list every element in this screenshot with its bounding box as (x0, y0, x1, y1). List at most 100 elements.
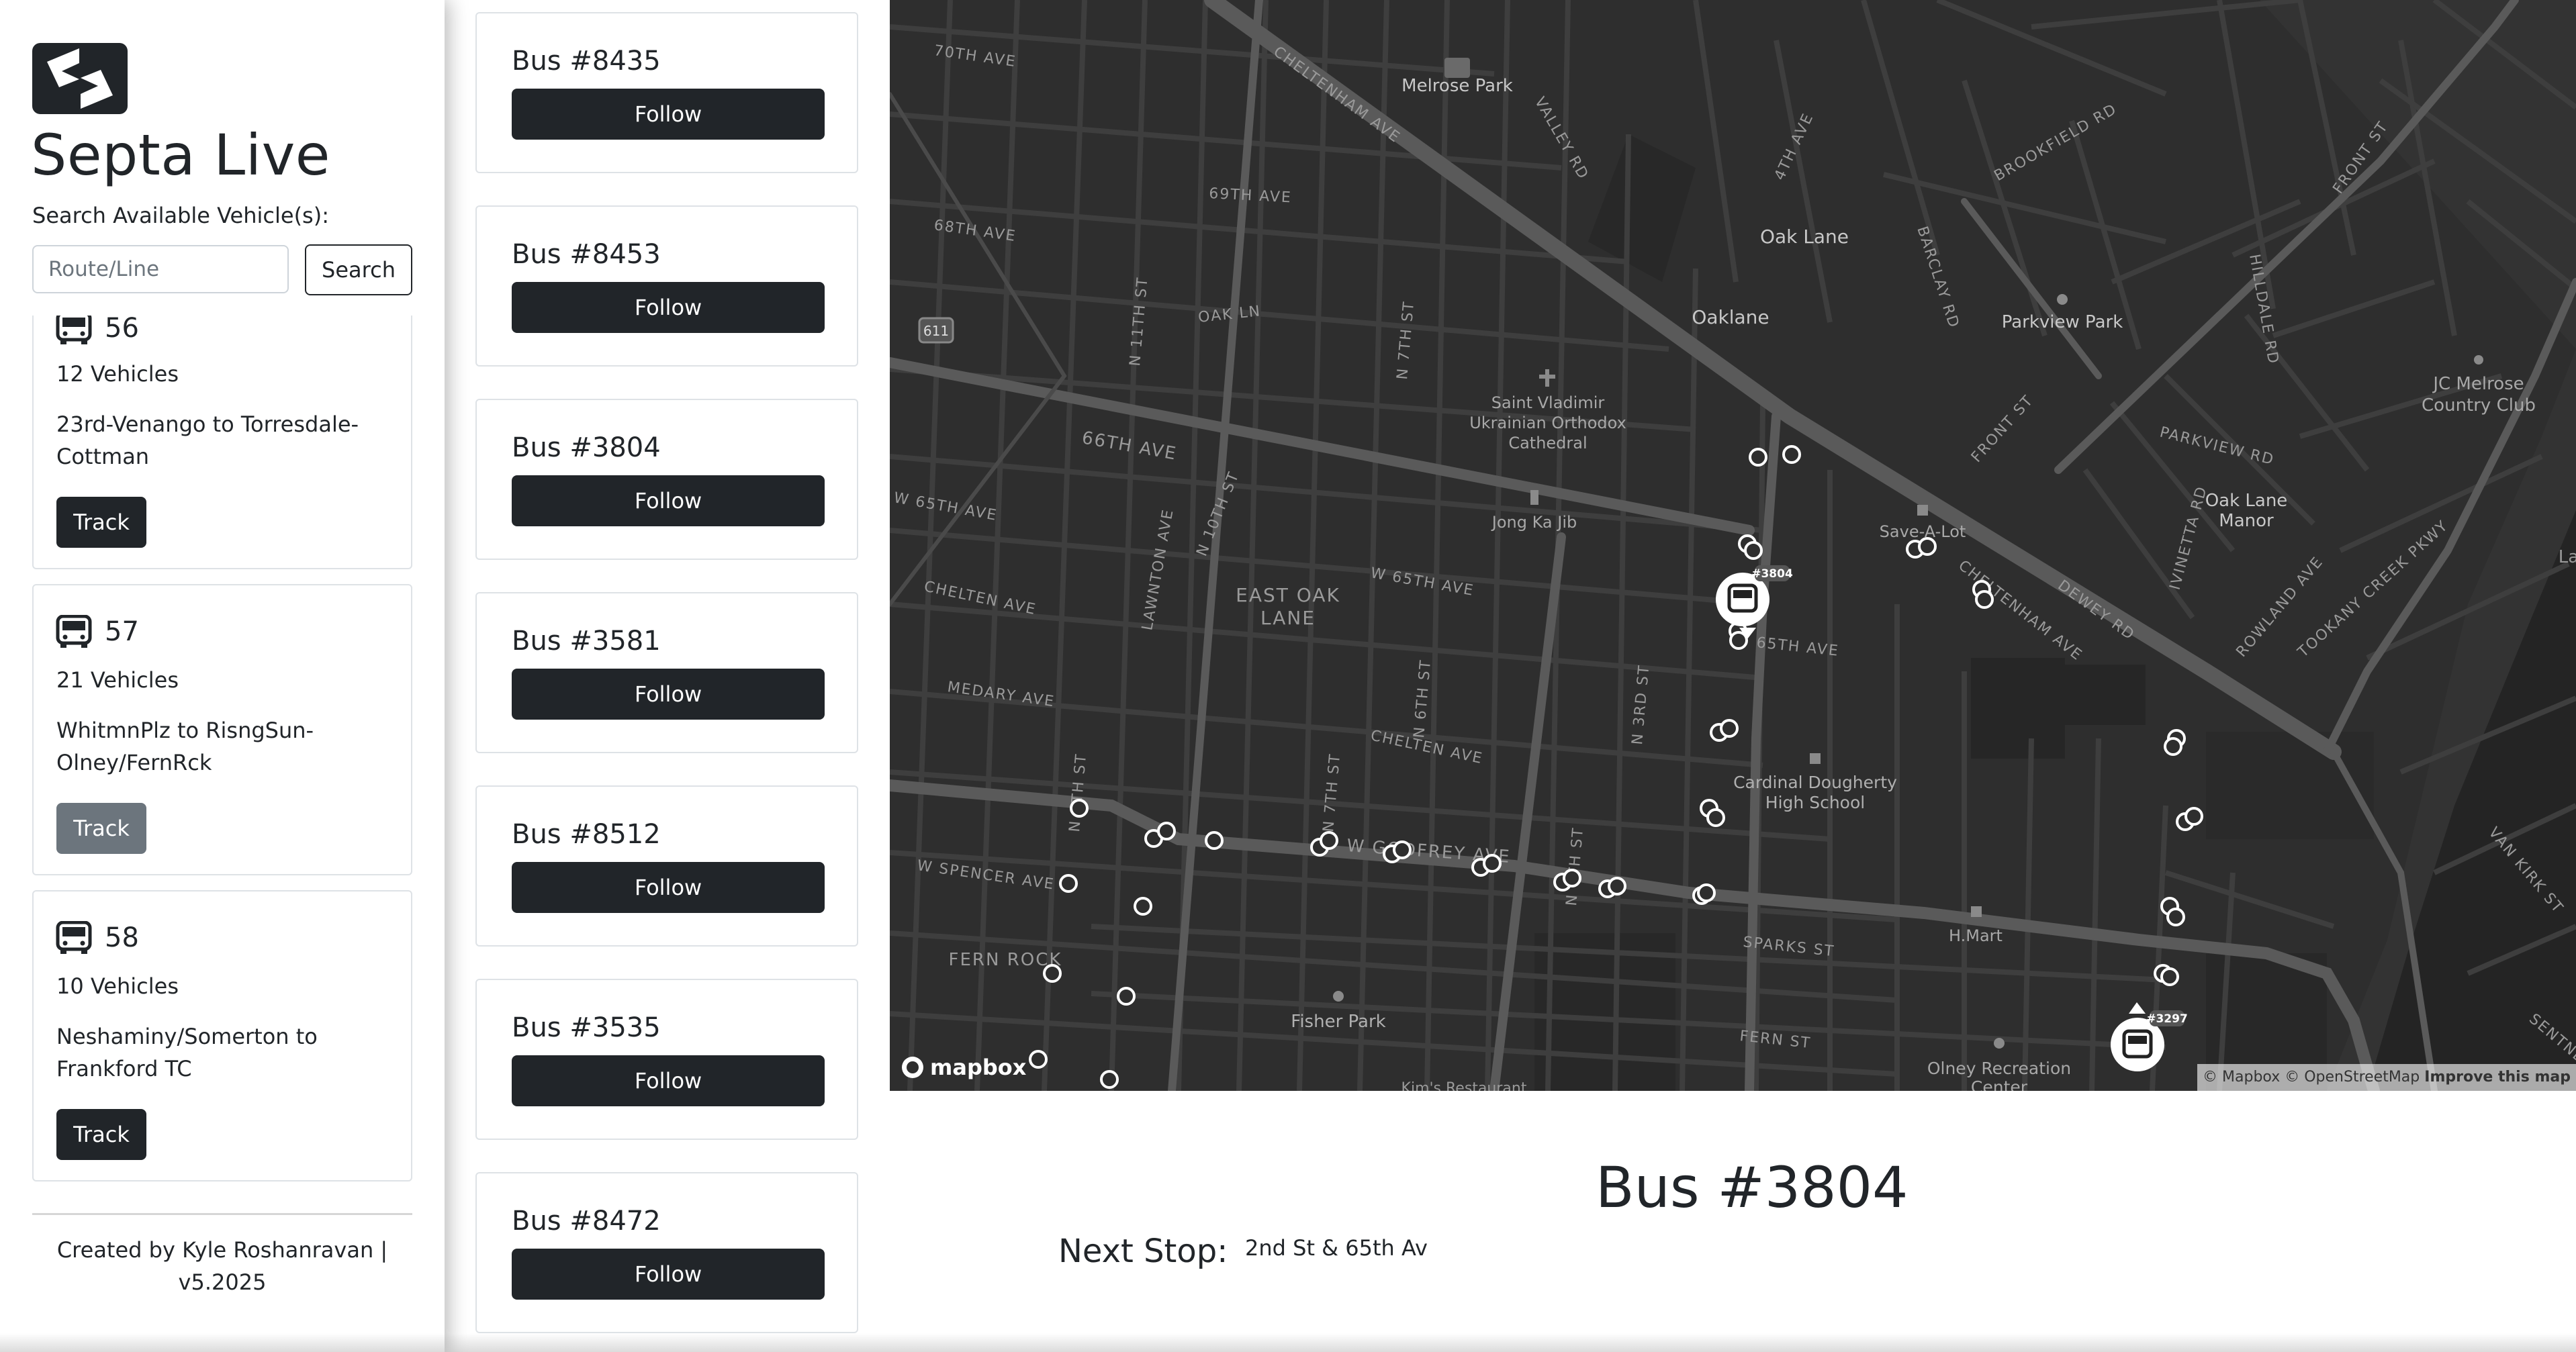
bus-icon (56, 316, 92, 344)
track-button-56[interactable]: Track (56, 497, 146, 548)
bus-stop-marker[interactable] (1117, 987, 1136, 1006)
map-attribution: © Mapbox © OpenStreetMap Improve this ma… (2197, 1064, 2576, 1091)
bus-stop-marker[interactable] (1563, 869, 1581, 887)
place-label: Country Club (2422, 395, 2536, 416)
route-number: 58 (105, 922, 139, 953)
follow-button[interactable]: Follow (512, 89, 825, 140)
vehicle-card: Bus #8435 Follow (475, 12, 858, 173)
church-icon (1539, 375, 1555, 379)
bus-stop-marker[interactable] (1205, 831, 1224, 850)
mapbox-logo[interactable]: mapbox (901, 1055, 1026, 1080)
vehicle-title: Bus #3535 (512, 1012, 661, 1043)
bus-stop-marker[interactable] (1749, 448, 1767, 467)
place-label: Ukrainian Orthodox (1469, 414, 1626, 432)
bus-stop-marker[interactable] (1100, 1070, 1119, 1089)
track-button-58[interactable]: Track (56, 1109, 146, 1160)
place-label: Saint Vladimir (1491, 393, 1605, 412)
bus-stop-marker[interactable] (1157, 822, 1176, 840)
street-label: OAK LN (1197, 303, 1262, 326)
septa-logo (32, 43, 128, 114)
footer-credit: Created by Kyle Roshanravan | v5.2025 (56, 1237, 388, 1295)
vehicle-title: Bus #3581 (512, 626, 661, 657)
bus-stop-marker[interactable] (1744, 541, 1763, 560)
bus-stop-marker[interactable] (1134, 897, 1152, 916)
bus-stop-marker[interactable] (1393, 840, 1412, 859)
bus-stop-marker[interactable] (1043, 964, 1062, 983)
bus-stop-marker[interactable] (1720, 719, 1739, 738)
vehicle-title: Bus #3804 (512, 432, 661, 463)
route-card-56: 56 12 Vehicles 23rd-Venango to Torresdal… (32, 316, 412, 569)
bus-stop-marker[interactable] (1706, 808, 1725, 827)
place-label: Kim's Restaurant (1401, 1080, 1527, 1091)
bus-marker-label: #3297 (2146, 1012, 2188, 1026)
search-input[interactable] (32, 245, 289, 293)
vehicle-title: Bus #8512 (512, 819, 661, 850)
place-label: H.Mart (1949, 926, 2003, 945)
place-label: JC Melrose (2432, 374, 2524, 394)
bus-stop-marker[interactable] (1729, 631, 1748, 650)
vehicle-card: Bus #8453 Follow (475, 205, 858, 367)
school-icon (1810, 753, 1821, 764)
place-label: Jong Ka Jib (1491, 513, 1577, 532)
place-label: Olney Recreation (1927, 1059, 2071, 1078)
street-labels: 70TH AVE 69TH AVE 68TH AVE 66TH AVE W 65… (892, 42, 2576, 1074)
follow-button[interactable]: Follow (512, 669, 825, 720)
vehicle-card: Bus #3535 Follow (475, 979, 858, 1140)
bus-stop-marker[interactable] (1918, 537, 1937, 556)
street-label: W 65TH AVE (892, 489, 999, 524)
place-label: Cardinal Dougherty (1733, 773, 1897, 792)
bus-stop-marker[interactable] (1059, 874, 1078, 893)
map[interactable]: 70TH AVE 69TH AVE 68TH AVE 66TH AVE W 65… (890, 0, 2576, 1091)
track-button-57[interactable]: Track (56, 803, 146, 854)
bus-stop-marker[interactable] (1697, 883, 1716, 902)
bus-stop-marker[interactable] (2160, 967, 2179, 986)
vehicle-list[interactable]: Bus #8435 Follow Bus #8453 Follow Bus #3… (475, 0, 858, 1352)
place-label: Cathedral (1508, 434, 1587, 452)
bus-marker-3297[interactable]: #3297 (2111, 1002, 2188, 1071)
tree-icon (1994, 1038, 2005, 1049)
street-label: N 11TH ST (1127, 276, 1152, 367)
place-label: Melrose Park (1401, 76, 1513, 96)
street-label: HILLDALE RD (2246, 253, 2282, 366)
route-description: 23rd-Venango to Torresdale-Cottman (56, 412, 359, 469)
attribution-text[interactable]: © Mapbox © OpenStreetMap (2203, 1069, 2420, 1085)
street-label: N 5TH ST (1066, 753, 1090, 833)
follow-button[interactable]: Follow (512, 862, 825, 913)
next-stop-value: 2nd St & 65th Av (1245, 1235, 1428, 1261)
bus-stop-marker[interactable] (1608, 877, 1626, 896)
bus-stop-marker[interactable] (1483, 854, 1502, 873)
bus-stop-marker[interactable] (2184, 807, 2203, 826)
follow-button[interactable]: Follow (512, 1249, 825, 1300)
route-611-shield: 611 (918, 317, 954, 344)
follow-button[interactable]: Follow (512, 282, 825, 333)
search-button[interactable]: Search (305, 244, 412, 295)
route-header: 56 (55, 316, 139, 345)
map-canvas[interactable]: 70TH AVE 69TH AVE 68TH AVE 66TH AVE W 65… (890, 0, 2576, 1091)
street-label: BROOKFIELD RD (1992, 101, 2121, 185)
bus-marker-label: #3804 (1751, 567, 1793, 581)
bus-stop-marker[interactable] (1029, 1050, 1048, 1069)
vehicle-card: Bus #3581 Follow (475, 592, 858, 753)
bus-stop-marker[interactable] (1975, 590, 1994, 609)
street-label: 68TH AVE (933, 217, 1017, 245)
street-label: CHELTENHAM AVE (1955, 557, 2085, 664)
bus-marker-3804[interactable]: #3804 (1716, 565, 1793, 639)
place-label: FERN ROCK (949, 950, 1062, 970)
bus-stop-marker[interactable] (1782, 445, 1801, 464)
place-label: Center (1971, 1077, 2028, 1091)
golf-icon (2474, 355, 2483, 365)
bus-stop-marker[interactable] (2164, 737, 2182, 756)
place-label: Parkview Park (2002, 312, 2123, 332)
route-list[interactable]: 56 12 Vehicles 23rd-Venango to Torresdal… (32, 316, 412, 1188)
route-card-57: 57 21 Vehicles WhitmnPlz to RisngSun-Oln… (32, 584, 412, 875)
follow-button[interactable]: Follow (512, 475, 825, 526)
tree-icon (2057, 294, 2068, 305)
bus-stop-marker[interactable] (1320, 831, 1338, 850)
follow-button[interactable]: Follow (512, 1055, 825, 1106)
improve-map-link[interactable]: Improve this map (2424, 1069, 2571, 1085)
place-label: La (2559, 547, 2576, 567)
route-description: Neshaminy/Somerton to Frankford TC (56, 1024, 318, 1081)
bus-stop-marker[interactable] (2166, 908, 2185, 926)
bus-stop-marker[interactable] (1070, 799, 1089, 818)
place-label: LANE (1260, 607, 1316, 629)
